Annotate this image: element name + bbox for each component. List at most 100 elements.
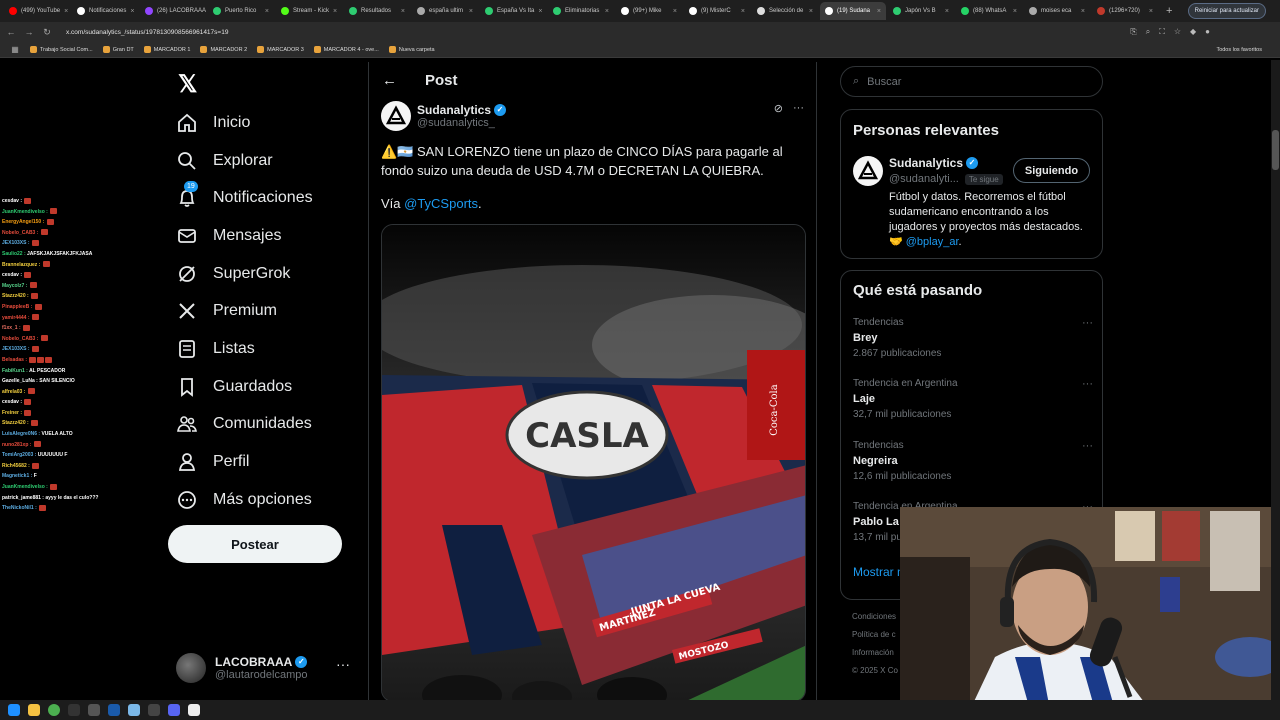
search-input[interactable]: ⌕ Buscar bbox=[840, 66, 1103, 97]
obs-icon[interactable] bbox=[68, 704, 80, 716]
nav-item-perfil[interactable]: Perfil bbox=[176, 448, 249, 476]
bookmark-item[interactable]: Nueva carpeta bbox=[388, 46, 435, 53]
close-icon[interactable]: × bbox=[265, 8, 269, 15]
author-handle[interactable]: @sudanalytics_ bbox=[417, 117, 506, 129]
grok-icon[interactable]: ⊘ bbox=[774, 102, 783, 115]
translate-icon[interactable]: ⛶ bbox=[1159, 27, 1165, 37]
close-icon[interactable]: × bbox=[401, 8, 405, 15]
close-icon[interactable]: × bbox=[1081, 8, 1085, 15]
close-icon[interactable]: × bbox=[130, 8, 134, 15]
account-switcher[interactable]: LACOBRAAA ✓ @lautarodelcampo ··· bbox=[176, 650, 356, 686]
close-icon[interactable]: × bbox=[673, 8, 677, 15]
all-bookmarks[interactable]: Todos los favoritos bbox=[1216, 47, 1262, 53]
bookmark-item[interactable]: MARCADOR 3 bbox=[257, 46, 304, 53]
close-icon[interactable]: × bbox=[333, 8, 337, 15]
nav-item-guardados[interactable]: Guardados bbox=[176, 373, 292, 401]
browser-tab[interactable]: (499) YouTube × bbox=[4, 2, 70, 20]
new-tab-icon[interactable]: + bbox=[1160, 5, 1178, 17]
more-dots-icon[interactable]: ··· bbox=[1082, 440, 1093, 452]
close-icon[interactable]: × bbox=[469, 8, 473, 15]
nav-item-comunidades[interactable]: Comunidades bbox=[176, 410, 312, 438]
install-icon[interactable]: ⎘ bbox=[1130, 27, 1136, 37]
browser-tab[interactable]: Japón Vs B × bbox=[888, 2, 954, 20]
trend-item[interactable]: Tendencias Brey 2.867 publicaciones ··· bbox=[853, 317, 1093, 359]
close-icon[interactable]: × bbox=[877, 8, 881, 15]
relevant-avatar[interactable] bbox=[853, 156, 883, 186]
author-avatar[interactable] bbox=[381, 101, 411, 131]
browser-tab[interactable]: Notificaciones × bbox=[72, 2, 138, 20]
app-icon[interactable] bbox=[88, 704, 100, 716]
x-logo-icon[interactable]: 𝕏 bbox=[178, 70, 197, 99]
profile-icon[interactable]: ● bbox=[1205, 27, 1210, 37]
back-icon[interactable]: ← bbox=[6, 27, 16, 37]
following-button[interactable]: Siguiendo bbox=[1013, 158, 1090, 183]
more-dots-icon[interactable]: ··· bbox=[1082, 378, 1093, 390]
browser-tab[interactable]: Stream - Kick × bbox=[276, 2, 342, 20]
trend-item[interactable]: Tendencia en Argentina Laje 32,7 mil publi… bbox=[853, 378, 1093, 420]
bookmark-item[interactable]: MARCADOR 1 bbox=[143, 46, 190, 53]
close-icon[interactable]: × bbox=[741, 8, 745, 15]
scrollbar-thumb[interactable] bbox=[1272, 130, 1279, 170]
bookmark-item[interactable]: MARCADOR 2 bbox=[200, 46, 247, 53]
bookmark-item[interactable]: Gran DT bbox=[102, 46, 134, 53]
forward-icon[interactable]: → bbox=[24, 27, 34, 37]
trend-item[interactable]: Tendencias Negreira 12,6 mil publicaciones… bbox=[853, 440, 1093, 482]
star-icon[interactable]: ☆ bbox=[1174, 27, 1181, 37]
browser-tab[interactable]: (1296×720) × bbox=[1092, 2, 1158, 20]
author-name[interactable]: Sudanalytics bbox=[417, 103, 491, 117]
browser-tab[interactable]: moises eca × bbox=[1024, 2, 1090, 20]
browser-tab[interactable]: Eliminatorias × bbox=[548, 2, 614, 20]
app-icon[interactable] bbox=[188, 704, 200, 716]
zoom-icon[interactable]: ⌕ bbox=[1146, 27, 1150, 37]
browser-tab[interactable]: (99+) Mike × bbox=[616, 2, 682, 20]
close-icon[interactable]: × bbox=[1013, 8, 1017, 15]
browser-tab[interactable]: Resultados × bbox=[344, 2, 410, 20]
file-explorer-icon[interactable] bbox=[28, 704, 40, 716]
reload-icon[interactable]: ↻ bbox=[42, 27, 52, 38]
browser-tab[interactable]: españa ultim × bbox=[412, 2, 478, 20]
close-icon[interactable]: × bbox=[1149, 8, 1153, 15]
bookmark-item[interactable]: Trabajo Social Com... bbox=[30, 46, 93, 53]
apps-icon[interactable]: ▦ bbox=[10, 45, 20, 54]
discord-icon[interactable] bbox=[168, 704, 180, 716]
close-icon[interactable]: × bbox=[538, 8, 542, 15]
browser-tab[interactable]: (9) MisterC × bbox=[684, 2, 750, 20]
relevant-handle[interactable]: @sudanalyti... bbox=[889, 173, 959, 185]
close-icon[interactable]: × bbox=[945, 8, 949, 15]
more-dots-icon[interactable]: ··· bbox=[793, 102, 804, 115]
bookmark-item[interactable]: MARCADOR 4 - ove... bbox=[313, 46, 379, 53]
browser-tab[interactable]: Puerto Rico × bbox=[208, 2, 274, 20]
extension-icon[interactable]: ◆ bbox=[1190, 27, 1196, 37]
app-icon[interactable] bbox=[148, 704, 160, 716]
nav-item-mensajes[interactable]: Mensajes bbox=[176, 222, 281, 250]
nav-item-explorar[interactable]: Explorar bbox=[176, 147, 273, 175]
browser-tab[interactable]: España Vs Ita × bbox=[480, 2, 546, 20]
nav-item-premium[interactable]: Premium bbox=[176, 297, 277, 325]
tweet-image[interactable]: CASLA Coca-Cola MARTÍNEZ JUNTA LA CUEVA … bbox=[381, 224, 806, 702]
close-icon[interactable]: × bbox=[809, 8, 813, 15]
more-dots-icon[interactable]: ··· bbox=[336, 656, 350, 672]
more-dots-icon[interactable]: ··· bbox=[1082, 317, 1093, 329]
tweet-author[interactable]: Sudanalytics ✓ @sudanalytics_ bbox=[381, 101, 507, 131]
browser-tab[interactable]: (19) Sudana × bbox=[820, 2, 886, 20]
close-icon[interactable]: × bbox=[64, 8, 68, 15]
post-button[interactable]: Postear bbox=[168, 525, 342, 563]
windows-start-icon[interactable] bbox=[8, 704, 20, 716]
show-more-link[interactable]: Mostrar m bbox=[853, 565, 907, 579]
browser-tab[interactable]: (88) WhatsA × bbox=[956, 2, 1022, 20]
back-arrow-icon[interactable]: ← bbox=[382, 72, 397, 89]
browser-tab[interactable]: (26) LACOBRAAA× bbox=[140, 2, 206, 20]
tyc-sports-link[interactable]: @TyCSports bbox=[404, 196, 478, 211]
close-icon[interactable]: × bbox=[605, 8, 609, 15]
nav-item-supergrok[interactable]: SuperGrok bbox=[176, 260, 290, 288]
app-icon[interactable] bbox=[108, 704, 120, 716]
relevant-name[interactable]: Sudanalytics bbox=[889, 156, 963, 170]
page-scrollbar[interactable] bbox=[1271, 60, 1280, 700]
chrome-icon[interactable] bbox=[48, 704, 60, 716]
nav-item-listas[interactable]: Listas bbox=[176, 335, 255, 363]
nav-item-notificaciones[interactable]: 19 Notificaciones bbox=[176, 181, 313, 212]
bplay-link[interactable]: @bplay_ar bbox=[906, 236, 959, 248]
nav-item-inicio[interactable]: Inicio bbox=[176, 109, 250, 137]
restart-update-button[interactable]: Reiniciar para actualizar bbox=[1187, 3, 1266, 19]
url-bar[interactable]: x.com/sudanalytics_/status/1978130908566… bbox=[66, 29, 228, 36]
